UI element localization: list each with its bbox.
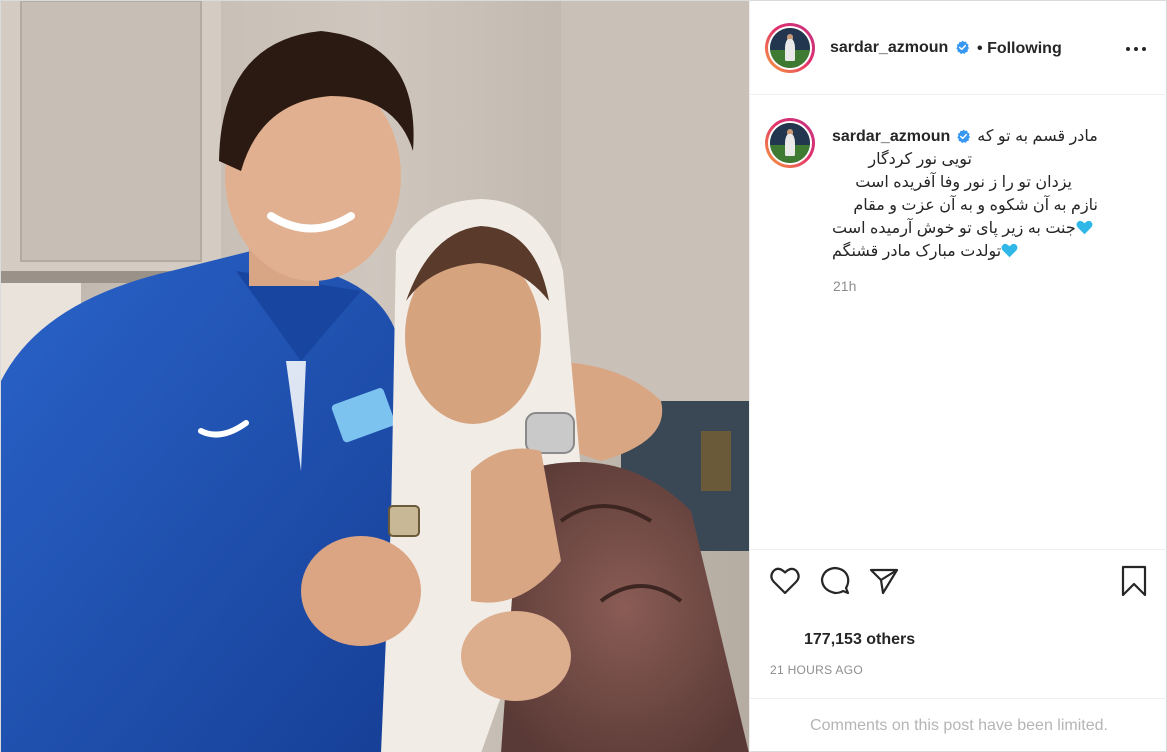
caption-line-4: نازم به آن شکوه و به آن عزت و مقام	[853, 197, 1098, 214]
bookmark-icon	[1121, 565, 1147, 597]
caption-line-1: مادر قسم به تو که	[977, 128, 1098, 145]
caption-line-6-row: تولدت مبارک مادر قشنگم	[832, 240, 1042, 263]
more-options-icon[interactable]	[1124, 39, 1148, 59]
share-button[interactable]	[867, 564, 901, 598]
comment-bubble-icon	[820, 566, 850, 595]
caption-line-3: یزدان تو را ز نور وفا آفریده است	[855, 174, 1072, 191]
comments-limited-notice: Comments on this post have been limited.	[750, 698, 1167, 752]
caption-line-6: تولدت مبارک مادر قشنگم	[832, 243, 1002, 260]
caption-avatar[interactable]	[765, 118, 815, 168]
caption-avatar-image	[770, 123, 810, 163]
post-photo[interactable]	[1, 1, 749, 752]
blue-heart-emoji	[1001, 243, 1018, 258]
caption-first-row: sardar_azmoun مادر قسم به تو که	[832, 125, 1132, 148]
post-actions: 177,153 others 21 HOURS AGO Comments on …	[750, 549, 1167, 752]
avatar[interactable]	[765, 23, 815, 73]
follow-status-label: Following	[987, 40, 1062, 57]
heart-outline-icon	[770, 567, 800, 595]
verified-badge-icon	[957, 129, 971, 144]
paper-plane-icon	[869, 568, 899, 595]
caption-line-2: تویی نور کردگار	[868, 151, 972, 168]
save-button[interactable]	[1117, 564, 1151, 598]
caption-time-ago[interactable]: 21h	[833, 278, 856, 294]
header-username[interactable]: sardar_azmoun	[830, 39, 948, 57]
follow-status-button[interactable]: • Following	[977, 40, 1062, 58]
follow-separator: •	[977, 40, 983, 57]
caption-username[interactable]: sardar_azmoun	[832, 125, 950, 148]
post-header: sardar_azmoun • Following	[750, 1, 1167, 95]
comment-button[interactable]	[818, 564, 852, 598]
blue-heart-emoji	[1076, 220, 1093, 235]
likes-count[interactable]: 177,153 others	[804, 631, 915, 649]
post-caption: sardar_azmoun مادر قسم به تو که تویی نور…	[832, 125, 1132, 263]
avatar-image	[770, 28, 810, 68]
post-side-panel: sardar_azmoun • Following sardar_azmoun	[749, 1, 1167, 752]
post-date[interactable]: 21 HOURS AGO	[770, 663, 863, 677]
verified-badge-icon	[956, 40, 970, 55]
caption-line-5-row: جنت به زیر پای تو خوش آرمیده است	[832, 217, 1132, 240]
like-button[interactable]	[768, 564, 802, 598]
post-window: sardar_azmoun • Following sardar_azmoun	[0, 0, 1167, 752]
photo-illustration	[1, 1, 749, 752]
caption-line-5: جنت به زیر پای تو خوش آرمیده است	[832, 220, 1076, 237]
